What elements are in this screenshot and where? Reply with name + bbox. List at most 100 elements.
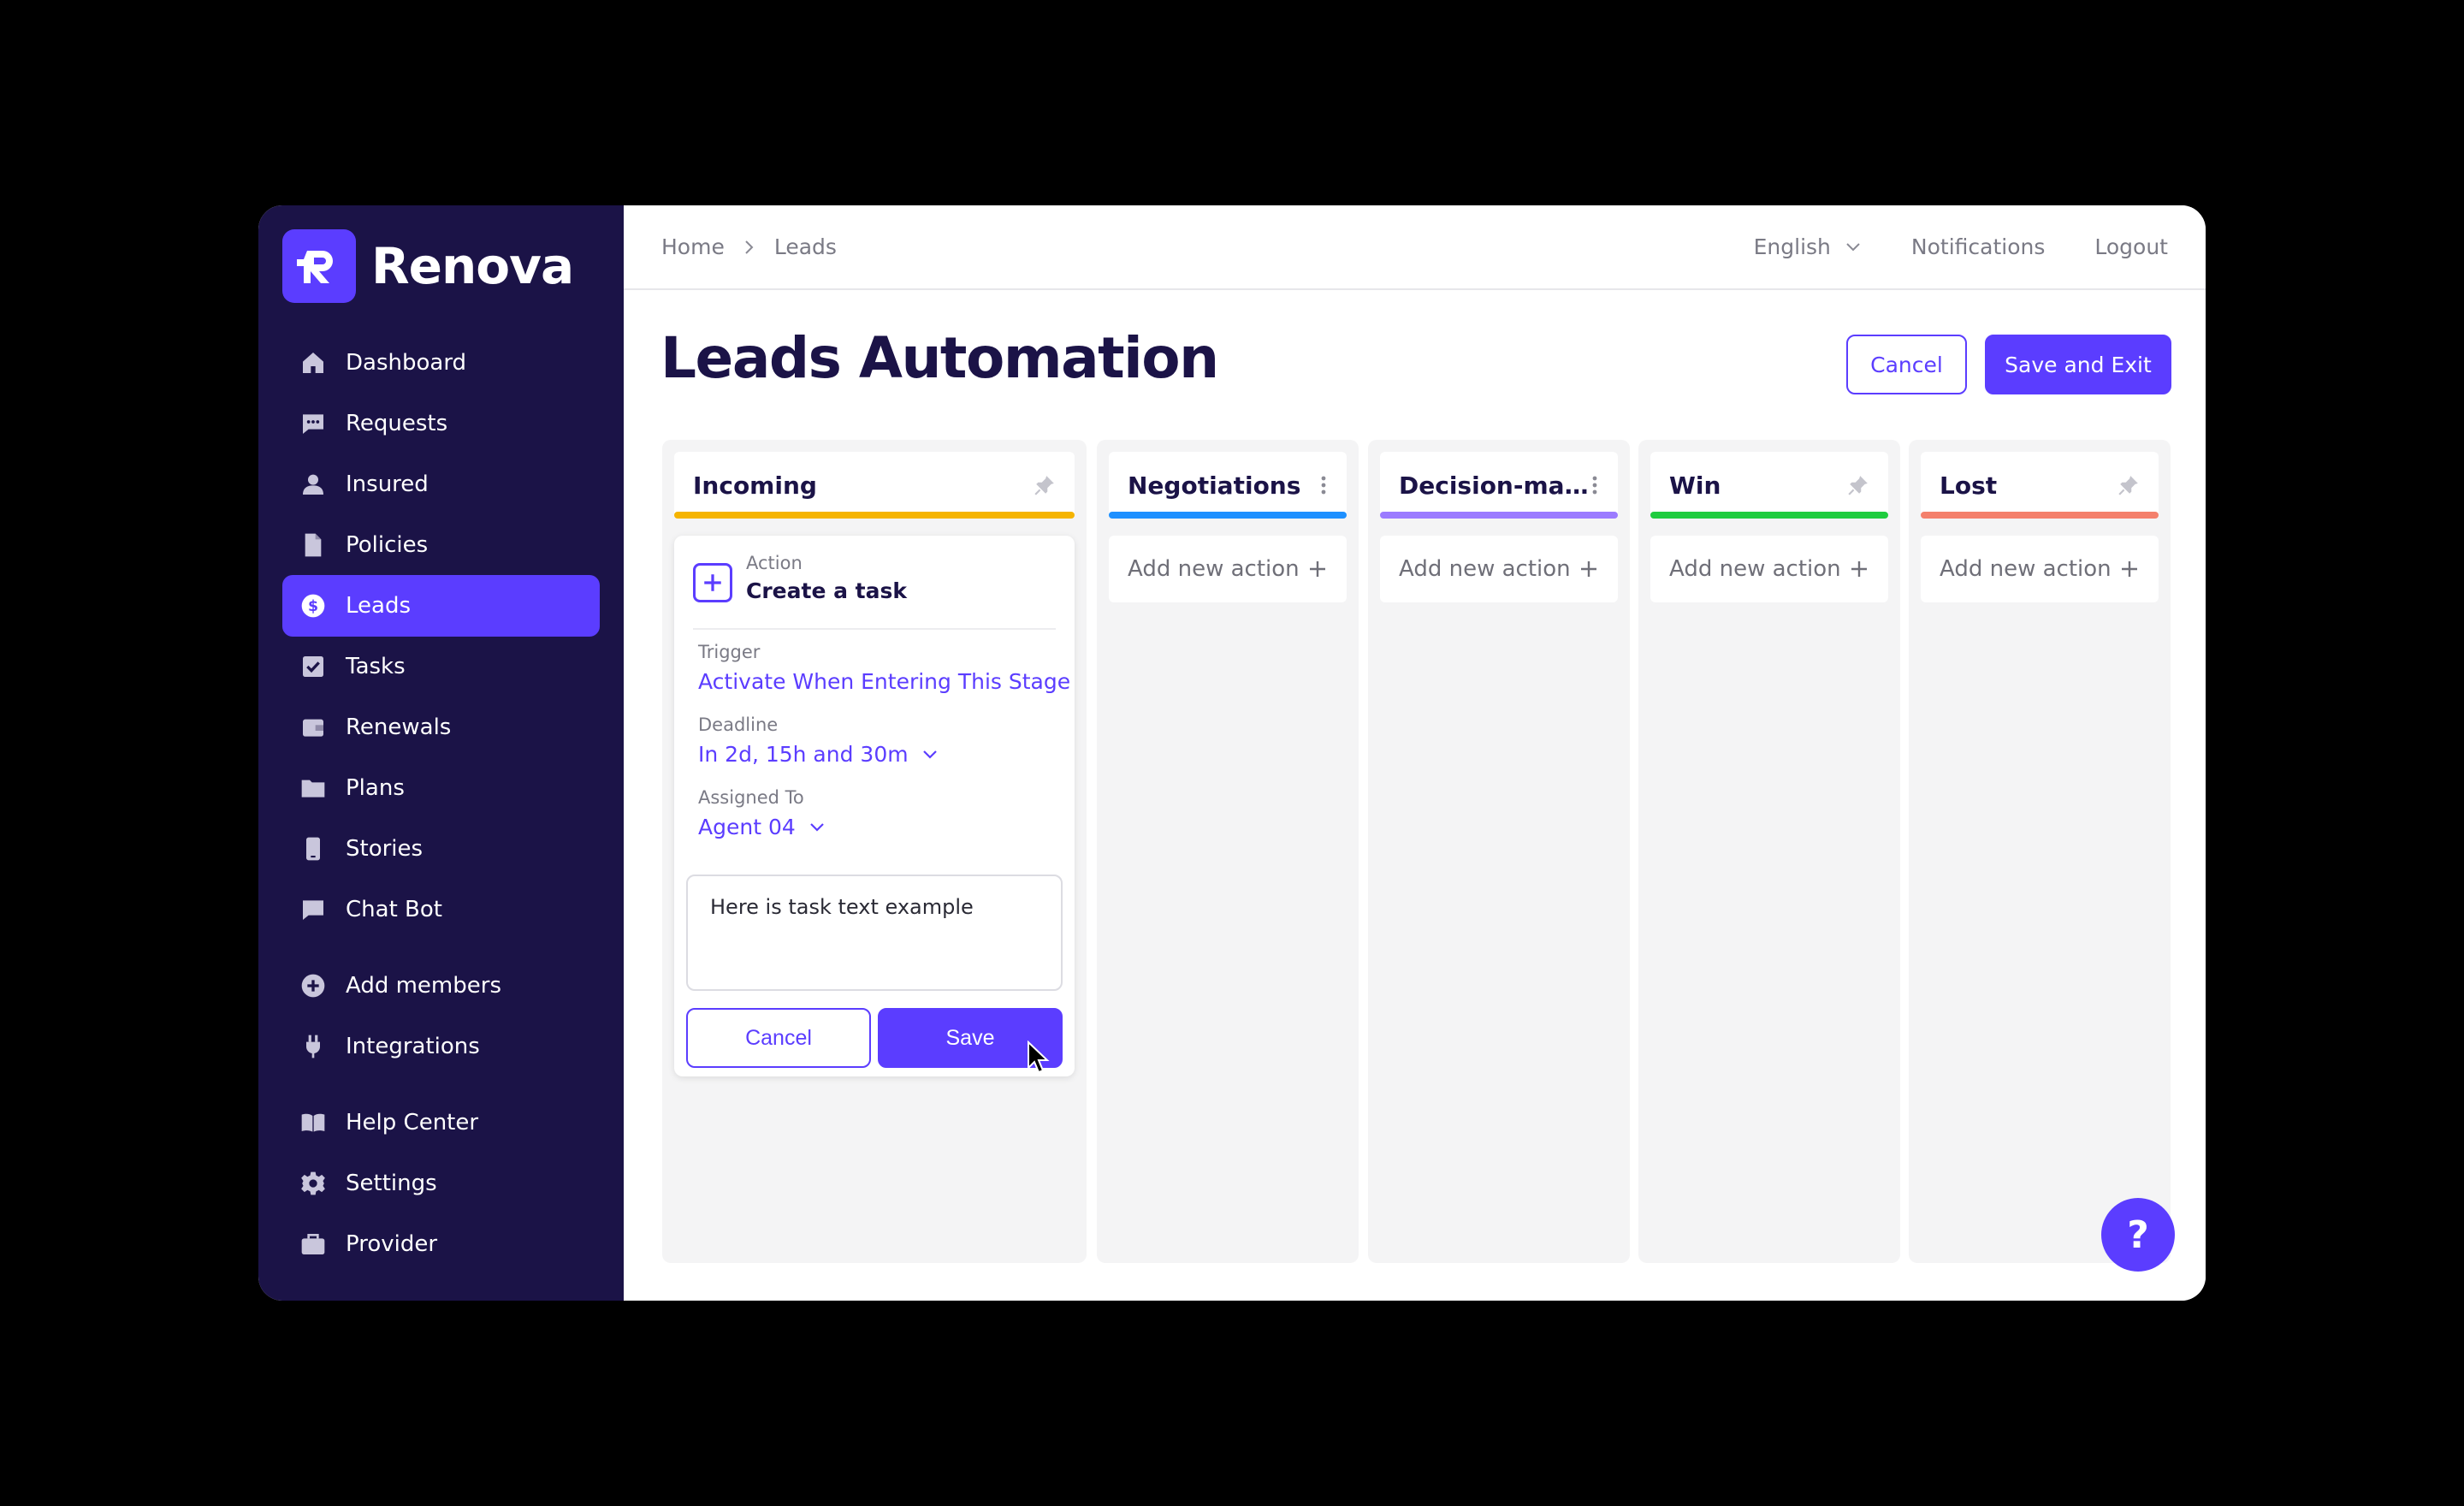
briefcase-icon	[301, 1234, 325, 1254]
assigned-field: Assigned To Agent 04	[698, 787, 1057, 839]
notifications-link[interactable]: Notifications	[1911, 234, 2045, 259]
column-header[interactable]: Lost	[1921, 452, 2159, 519]
sidebar-item-insured[interactable]: Insured	[282, 454, 600, 515]
app-window: Renova Dashboard Requests Insured Polici…	[258, 205, 2206, 1301]
sidebar-item-add-members[interactable]: Add members	[282, 955, 600, 1017]
column-decision-making: Decision-ma... Add new action	[1368, 440, 1630, 1263]
dollar-icon: $	[301, 594, 325, 618]
cancel-button[interactable]: Cancel	[1846, 335, 1967, 394]
sidebar-item-integrations[interactable]: Integrations	[282, 1016, 600, 1077]
logo-icon	[282, 229, 356, 303]
book-icon	[301, 1113, 325, 1132]
chat-icon	[303, 414, 323, 434]
more-vertical-icon[interactable]	[1319, 474, 1328, 496]
sidebar-item-provider[interactable]: Provider	[282, 1213, 600, 1275]
sidebar-item-settings[interactable]: Settings	[282, 1153, 600, 1214]
sidebar-item-chat-bot[interactable]: Chat Bot	[282, 879, 600, 940]
chevron-down-icon	[809, 822, 824, 832]
plus-icon	[1581, 561, 1596, 577]
sidebar-item-label: Tasks	[346, 654, 406, 679]
sidebar-item-renewals[interactable]: Renewals	[282, 697, 600, 758]
chevron-down-icon	[1846, 242, 1860, 251]
plus-icon	[1310, 561, 1325, 577]
assignee-select[interactable]: Agent 04	[698, 815, 1057, 839]
assigned-label: Assigned To	[698, 787, 804, 808]
folder-icon	[301, 780, 325, 797]
mouse-cursor-icon	[1028, 1041, 1050, 1074]
sidebar-item-policies[interactable]: Policies	[282, 514, 600, 576]
trigger-value[interactable]: Activate When Entering This Stage	[698, 669, 1070, 694]
column-header[interactable]: Decision-ma...	[1380, 452, 1618, 519]
breadcrumb-home[interactable]: Home	[661, 234, 725, 259]
task-type-label: Action	[746, 553, 803, 573]
language-select[interactable]: English	[1754, 234, 1862, 259]
sidebar-item-stories[interactable]: Stories	[282, 818, 600, 880]
task-title: Create a task	[746, 578, 908, 603]
plus-circle-icon	[301, 974, 325, 998]
sidebar-item-tasks[interactable]: Tasks	[282, 636, 600, 697]
wallet-icon	[303, 719, 323, 737]
column-incoming: Incoming Action Create a task Trigger Ac…	[662, 440, 1087, 1263]
page-title: Leads Automation	[660, 325, 1219, 391]
column-title: Decision-ma...	[1399, 471, 1590, 500]
sidebar-item-label: Settings	[346, 1171, 437, 1196]
add-new-action-button[interactable]: Add new action	[1109, 536, 1347, 602]
gear-icon	[301, 1171, 325, 1195]
column-header[interactable]: Negotiations	[1109, 452, 1347, 519]
save-and-exit-button[interactable]: Save and Exit	[1985, 335, 2171, 394]
column-header[interactable]: Win	[1650, 452, 1888, 519]
plug-icon	[305, 1035, 321, 1058]
column-title: Win	[1669, 471, 1721, 500]
column-color-bar	[1650, 512, 1888, 519]
deadline-label: Deadline	[698, 714, 779, 735]
checkbox-icon	[303, 656, 323, 677]
breadcrumb-leads[interactable]: Leads	[774, 234, 837, 259]
column-color-bar	[674, 512, 1075, 519]
phone-icon	[306, 837, 320, 861]
add-new-action-button[interactable]: Add new action	[1650, 536, 1888, 602]
sidebar-item-dashboard[interactable]: Dashboard	[282, 332, 600, 394]
column-negotiations: Negotiations Add new action	[1097, 440, 1359, 1263]
pin-icon[interactable]	[2118, 474, 2140, 496]
sidebar-item-label: Leads	[346, 593, 412, 619]
add-new-action-button[interactable]: Add new action	[1380, 536, 1618, 602]
sidebar-item-label: Dashboard	[346, 350, 467, 376]
add-task-icon	[693, 563, 732, 602]
chevron-down-icon	[922, 750, 937, 759]
column-header[interactable]: Incoming	[674, 452, 1075, 519]
topbar-actions: English Notifications Logout	[1704, 234, 2168, 259]
topbar: Home Leads English Notifications Logout	[624, 205, 2206, 290]
sidebar-item-leads[interactable]: $ Leads	[282, 575, 600, 637]
deadline-select[interactable]: In 2d, 15h and 30m	[698, 742, 1057, 767]
pin-icon[interactable]	[1847, 474, 1869, 496]
sidebar-item-label: Renewals	[346, 714, 452, 740]
logout-link[interactable]: Logout	[2094, 234, 2168, 259]
task-cancel-button[interactable]: Cancel	[686, 1008, 871, 1068]
chevron-right-icon	[745, 240, 754, 254]
task-text-input[interactable]: Here is task text example	[686, 875, 1063, 991]
sidebar-item-label: Stories	[346, 836, 424, 862]
sidebar-item-label: Provider	[346, 1231, 438, 1257]
help-button[interactable]: ?	[2101, 1198, 2175, 1272]
sidebar: Renova Dashboard Requests Insured Polici…	[258, 205, 624, 1301]
plus-icon	[2122, 561, 2137, 577]
column-title: Incoming	[693, 471, 817, 500]
language-label: English	[1753, 234, 1831, 259]
svg-text:$: $	[308, 598, 318, 615]
column-win: Win Add new action	[1638, 440, 1900, 1263]
column-lost: Lost Add new action	[1909, 440, 2171, 1263]
deadline-field: Deadline In 2d, 15h and 30m	[698, 714, 1057, 767]
more-vertical-icon[interactable]	[1590, 474, 1599, 496]
user-icon	[303, 474, 323, 495]
trigger-label: Trigger	[698, 642, 761, 662]
pin-icon[interactable]	[1034, 474, 1056, 496]
sidebar-item-help-center[interactable]: Help Center	[282, 1092, 600, 1153]
sidebar-item-requests[interactable]: Requests	[282, 393, 600, 454]
sidebar-item-label: Chat Bot	[346, 897, 442, 922]
brand[interactable]: Renova	[282, 229, 574, 303]
add-new-action-button[interactable]: Add new action	[1921, 536, 2159, 602]
home-icon	[303, 353, 323, 373]
column-color-bar	[1921, 512, 2159, 519]
sidebar-item-plans[interactable]: Plans	[282, 757, 600, 819]
file-icon	[305, 533, 322, 557]
